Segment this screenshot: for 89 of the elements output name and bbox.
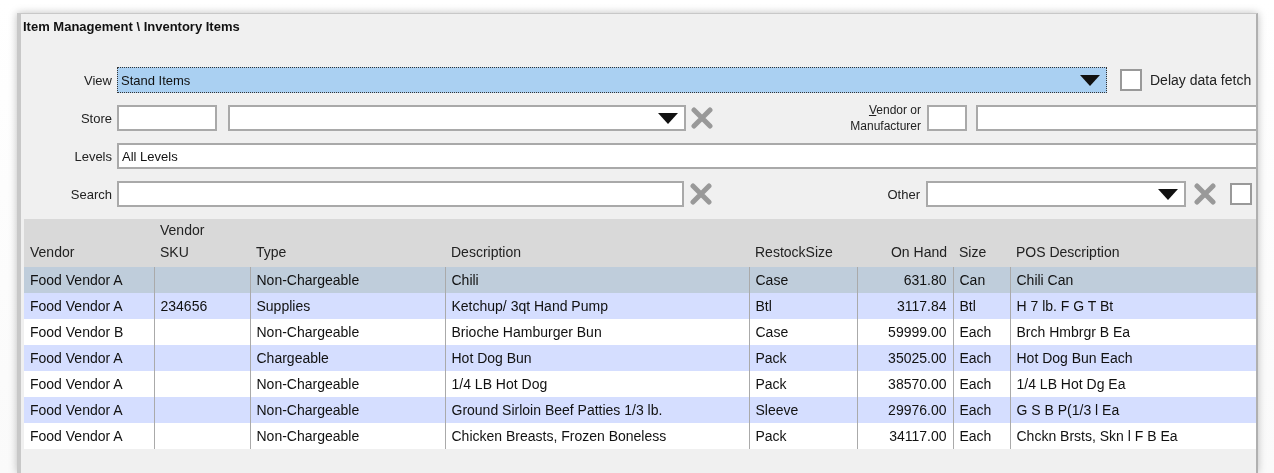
table-cell: Brioche Hamburger Bun — [445, 319, 749, 345]
table-row[interactable]: Food Vendor A Non-Chargeable Chicken Breasts, Frozen Boneless Pack 34117.00 Each Chckn Brsts, Skn l F B Ea — [24, 423, 1256, 449]
table-cell: Food Vendor A — [24, 345, 154, 371]
field-label: Store — [79, 109, 112, 127]
table-cell: Pack — [749, 423, 857, 449]
table-cell: Pack — [749, 345, 857, 371]
table-cell: Case — [749, 319, 857, 345]
table-cell: 34117.00 — [857, 423, 953, 449]
table-cell: Non-Chargeable — [250, 267, 445, 293]
field-label: Vendor or Manufacturer — [849, 102, 921, 134]
table-cell: 1/4 LB Hot Dog — [445, 371, 749, 397]
column-header[interactable]: On Hand — [857, 219, 953, 267]
clear-icon[interactable] — [691, 107, 713, 129]
table-cell: Food Vendor A — [24, 397, 154, 423]
column-header[interactable]: Description — [445, 219, 749, 267]
table-row[interactable]: Food Vendor A Non-Chargeable Ground Sirloin Beef Patties 1/3 lb. Sleeve 29976.00 Each G S B P(1/3 l Ea — [24, 397, 1256, 423]
table-cell: Food Vendor A — [24, 267, 154, 293]
table-cell: Non-Chargeable — [250, 319, 445, 345]
levels-field[interactable]: All Levels — [117, 143, 1256, 169]
table-row[interactable]: Food Vendor A Non-Chargeable 1/4 LB Hot Dog Pack 38570.00 Each 1/4 LB Hot Dg Ea — [24, 371, 1256, 397]
table-cell: Btl — [953, 293, 1010, 319]
table-cell: 631.80 — [857, 267, 953, 293]
table-row[interactable]: Food Vendor A Chargeable Hot Dog Bun Pack 35025.00 Each Hot Dog Bun Each — [24, 345, 1256, 371]
table-cell: G S B P(1/3 l Ea — [1010, 397, 1256, 423]
checkbox[interactable] — [1120, 69, 1142, 91]
column-header[interactable]: Vendor — [24, 219, 154, 267]
table-cell: Chicken Breasts, Frozen Boneless — [445, 423, 749, 449]
table-cell: Pack — [749, 371, 857, 397]
table-cell: Case — [749, 267, 857, 293]
table-cell: Food Vendor A — [24, 293, 154, 319]
table-row[interactable]: Food Vendor A 234656 Supplies Ketchup/ 3qt Hand Pump Btl 3117.84 Btl H 7 lb. F G T Bt — [24, 293, 1256, 319]
table-row[interactable]: Food Vendor B Non-Chargeable Brioche Hamburger Bun Case 59999.00 Each Brch Hmbrgr B Ea — [24, 319, 1256, 345]
field-label: View — [83, 71, 112, 89]
table-cell: Can — [953, 267, 1010, 293]
table-cell: Chili Can — [1010, 267, 1256, 293]
view-dropdown[interactable]: Stand Items — [117, 67, 1107, 93]
table-cell: 1/4 LB Hot Dg Ea — [1010, 371, 1256, 397]
table-row[interactable]: Food Vendor A Non-Chargeable Chili Case 631.80 Can Chili Can — [24, 267, 1256, 293]
input-field[interactable] — [976, 105, 1256, 131]
table-cell: Hot Dog Bun Each — [1010, 345, 1256, 371]
store-dropdown[interactable] — [228, 105, 686, 131]
input-field[interactable] — [117, 105, 217, 131]
table-cell: 59999.00 — [857, 319, 953, 345]
table-cell: Chargeable — [250, 345, 445, 371]
table-cell: Ground Sirloin Beef Patties 1/3 lb. — [445, 397, 749, 423]
table-cell: Chili — [445, 267, 749, 293]
field-label: Search — [69, 185, 112, 203]
table-cell: Food Vendor A — [24, 371, 154, 397]
table-cell: Food Vendor A — [24, 423, 154, 449]
table-cell: Food Vendor B — [24, 319, 154, 345]
field-label: Other — [886, 185, 920, 203]
search-field[interactable] — [117, 181, 684, 207]
table-cell: Non-Chargeable — [250, 423, 445, 449]
table-cell: Btl — [749, 293, 857, 319]
checkbox[interactable] — [1230, 183, 1252, 205]
field-label: Levels — [73, 147, 112, 165]
clear-icon[interactable] — [1194, 183, 1216, 205]
table-cell: 38570.00 — [857, 371, 953, 397]
caret-icon — [1158, 188, 1178, 200]
column-header[interactable]: Type — [250, 219, 445, 267]
table-cell: Sleeve — [749, 397, 857, 423]
table-cell: Each — [953, 319, 1010, 345]
table-cell: Each — [953, 371, 1010, 397]
table-cell: H 7 lb. F G T Bt — [1010, 293, 1256, 319]
other-dropdown[interactable] — [926, 181, 1186, 207]
table-cell: Ketchup/ 3qt Hand Pump — [445, 293, 749, 319]
caret-icon — [658, 112, 678, 124]
table-cell: Each — [953, 345, 1010, 371]
table-cell: 35025.00 — [857, 345, 953, 371]
table-cell: Supplies — [250, 293, 445, 319]
input-field[interactable] — [927, 105, 967, 131]
checkbox-label: Delay data fetch — [1150, 72, 1252, 88]
table-cell: Each — [953, 397, 1010, 423]
window-title: Item Management \ Inventory Items — [22, 18, 241, 36]
table-cell: Chckn Brsts, Skn l F B Ea — [1010, 423, 1256, 449]
table-cell: 3117.84 — [857, 293, 953, 319]
table-cell: Hot Dog Bun — [445, 345, 749, 371]
table-cell: 29976.00 — [857, 397, 953, 423]
table-cell: Each — [953, 423, 1010, 449]
column-header[interactable]: RestockSize — [749, 219, 857, 267]
table-cell: Non-Chargeable — [250, 371, 445, 397]
table-cell: Non-Chargeable — [250, 397, 445, 423]
clear-icon[interactable] — [690, 183, 712, 205]
column-header[interactable]: POS Description — [1010, 219, 1256, 267]
table-cell: Brch Hmbrgr B Ea — [1010, 319, 1256, 345]
column-header[interactable]: Size — [953, 219, 1010, 267]
caret-icon — [1080, 74, 1100, 86]
table-cell: 234656 — [154, 293, 250, 319]
column-header[interactable]: Vendor SKU — [154, 219, 250, 267]
